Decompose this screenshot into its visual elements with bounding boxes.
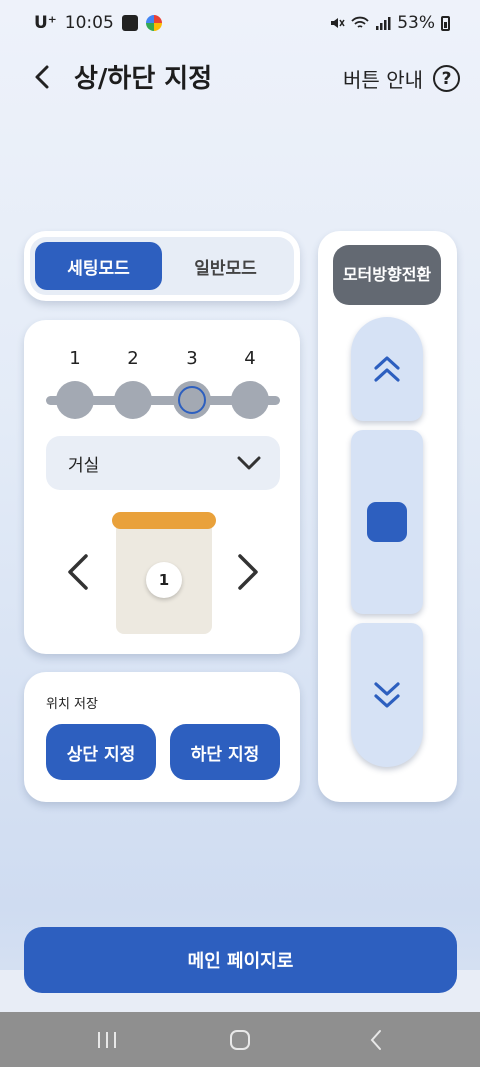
question-circle-icon: ? bbox=[433, 65, 460, 92]
status-time: 10:05 bbox=[64, 13, 114, 33]
mode-toggle-card: 세팅모드 일반모드 bbox=[24, 231, 300, 301]
stop-square-icon bbox=[367, 502, 407, 542]
next-blind-arrow-icon[interactable] bbox=[234, 552, 262, 592]
motor-stop-button[interactable] bbox=[351, 430, 423, 614]
position-dot-4[interactable] bbox=[231, 381, 269, 419]
signal-icon bbox=[376, 17, 391, 30]
mode-toggle: 세팅모드 일반모드 bbox=[30, 237, 294, 295]
maps-icon bbox=[145, 15, 162, 31]
room-selected-label: 거실 bbox=[68, 456, 100, 476]
help-label: 버튼 안내 bbox=[343, 68, 423, 92]
position-number-4: 4 bbox=[244, 348, 256, 369]
back-arrow-icon[interactable] bbox=[28, 62, 58, 92]
tab-normal-mode[interactable]: 일반모드 bbox=[162, 242, 289, 290]
double-chevron-down-icon bbox=[374, 682, 400, 708]
position-number-2: 2 bbox=[127, 348, 139, 369]
motor-control-card: 모터방향전환 bbox=[318, 231, 457, 802]
position-dot-1[interactable] bbox=[56, 381, 94, 419]
status-bar: U⁺ 10:05 53% bbox=[0, 0, 480, 46]
blind-control-card: 1 2 3 4 거실 1 bbox=[24, 320, 300, 654]
motor-down-button[interactable] bbox=[351, 623, 423, 767]
chevron-down-icon bbox=[237, 456, 261, 470]
blind-illustration: 1 bbox=[112, 512, 216, 634]
motor-direction-button[interactable]: 모터방향전환 bbox=[333, 245, 441, 305]
page-title: 상/하단 지정 bbox=[74, 64, 213, 94]
home-icon[interactable] bbox=[225, 1026, 255, 1054]
set-bottom-button[interactable]: 하단 지정 bbox=[170, 724, 280, 780]
system-navigation-bar bbox=[0, 1012, 480, 1067]
recent-apps-icon[interactable] bbox=[92, 1026, 122, 1054]
tab-setting-mode[interactable]: 세팅모드 bbox=[35, 242, 162, 290]
room-dropdown[interactable]: 거실 bbox=[46, 436, 280, 490]
carrier-label: U⁺ bbox=[34, 13, 57, 33]
position-number-3: 3 bbox=[186, 348, 198, 369]
gallery-icon bbox=[121, 15, 138, 31]
set-top-button[interactable]: 상단 지정 bbox=[46, 724, 156, 780]
previous-blind-arrow-icon[interactable] bbox=[64, 552, 92, 592]
blind-rail bbox=[112, 512, 216, 529]
save-position-card: 위치 저장 상단 지정 하단 지정 bbox=[24, 672, 300, 802]
double-chevron-up-icon bbox=[374, 356, 400, 382]
status-right: 53% bbox=[329, 13, 450, 33]
motor-up-button[interactable] bbox=[351, 317, 423, 421]
battery-icon bbox=[441, 15, 450, 31]
position-dot-3[interactable] bbox=[173, 381, 211, 419]
system-back-icon[interactable] bbox=[362, 1026, 392, 1054]
position-numbers: 1 2 3 4 bbox=[24, 348, 300, 370]
header: 상/하단 지정 버튼 안내 ? bbox=[0, 52, 480, 102]
blind-number-badge: 1 bbox=[146, 562, 182, 598]
position-dot-2[interactable] bbox=[114, 381, 152, 419]
position-number-1: 1 bbox=[69, 348, 81, 369]
wifi-icon bbox=[351, 16, 369, 28]
save-position-label: 위치 저장 bbox=[46, 697, 98, 712]
status-left: U⁺ 10:05 bbox=[34, 13, 162, 33]
battery-percent: 53% bbox=[397, 13, 435, 33]
mute-icon bbox=[331, 18, 345, 28]
main-page-button[interactable]: 메인 페이지로 bbox=[24, 927, 457, 993]
help-button[interactable]: 버튼 안내 ? bbox=[343, 64, 460, 93]
